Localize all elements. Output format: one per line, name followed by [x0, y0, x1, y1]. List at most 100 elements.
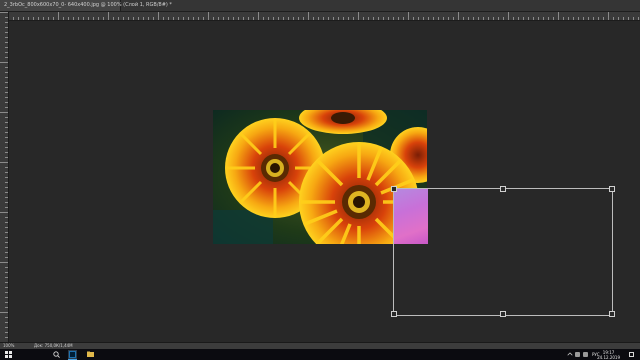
vertical-ruler[interactable] [0, 12, 9, 342]
ruler-tick [5, 127, 8, 128]
ruler-tick [183, 17, 184, 20]
system-clock[interactable]: 19:17 24.12.2019 [597, 349, 620, 360]
ruler-tick [383, 17, 384, 20]
ruler-tick [308, 12, 309, 20]
ruler-tick [358, 12, 359, 20]
ruler-tick [158, 12, 159, 20]
ruler-tick [203, 17, 204, 20]
ruler-tick [5, 237, 8, 238]
search-icon[interactable] [52, 350, 61, 359]
ruler-tick [538, 17, 539, 20]
tray-chevron-icon[interactable] [567, 351, 573, 358]
ruler-tick [608, 12, 609, 20]
ruler-tick [578, 17, 579, 20]
ruler-tick [5, 302, 8, 303]
ruler-tick [258, 12, 259, 20]
ruler-tick [483, 17, 484, 20]
ruler-tick [5, 257, 8, 258]
ruler-tick [603, 17, 604, 20]
ruler-tick [573, 17, 574, 20]
ruler-tick [108, 12, 109, 20]
ruler-tick [5, 167, 8, 168]
ruler-tick [188, 17, 189, 20]
ruler-tick [628, 17, 629, 20]
photoshop-icon[interactable] [68, 350, 77, 360]
ruler-tick [5, 37, 8, 38]
ruler-tick [118, 17, 119, 20]
ruler-tick [5, 57, 8, 58]
ruler-tick [33, 17, 34, 20]
ruler-tick [5, 102, 8, 103]
document-tab-bar: 2_3rbOc_800x600x70_0- 640x400.jpg @ 100%… [0, 0, 640, 12]
ruler-tick [503, 17, 504, 20]
ruler-tick [73, 17, 74, 20]
ruler-tick [273, 17, 274, 20]
ruler-tick [48, 17, 49, 20]
ruler-tick [5, 187, 8, 188]
ruler-tick [428, 17, 429, 20]
ruler-tick [623, 17, 624, 20]
ruler-tick [568, 17, 569, 20]
ruler-tick [123, 17, 124, 20]
ruler-tick [5, 122, 8, 123]
ruler-tick [5, 47, 8, 48]
ruler-tick [5, 247, 8, 248]
ruler-tick [5, 172, 8, 173]
ruler-tick [28, 17, 29, 20]
ruler-tick [418, 17, 419, 20]
ruler-tick [5, 142, 8, 143]
volume-icon[interactable] [583, 352, 588, 357]
ruler-tick [223, 17, 224, 20]
ruler-tick [5, 157, 8, 158]
ruler-tick [63, 17, 64, 20]
file-explorer-icon[interactable] [86, 350, 95, 359]
ruler-tick [0, 12, 8, 13]
ruler-tick [408, 12, 409, 20]
ruler-tick [163, 17, 164, 20]
ruler-tick [5, 177, 8, 178]
ruler-tick [23, 17, 24, 20]
notifications-icon[interactable] [629, 352, 634, 357]
ruler-tick [5, 242, 8, 243]
ruler-tick [393, 17, 394, 20]
ruler-tick [463, 17, 464, 20]
document-tab-label: 2_3rbOc_800x600x70_0- 640x400.jpg @ 100%… [4, 2, 172, 8]
ruler-tick [5, 307, 8, 308]
ruler-tick [453, 17, 454, 20]
ruler-tick [5, 252, 8, 253]
ruler-tick [128, 17, 129, 20]
clock-date: 24.12.2019 [597, 354, 620, 360]
ruler-tick [378, 17, 379, 20]
ruler-tick [5, 192, 8, 193]
ruler-tick [218, 17, 219, 20]
windows-start-icon[interactable] [4, 350, 13, 359]
pasted-galaxy-layer[interactable] [393, 188, 428, 244]
network-icon[interactable] [575, 352, 580, 357]
ruler-tick [5, 272, 8, 273]
ruler-tick [5, 77, 8, 78]
ruler-tick [528, 17, 529, 20]
ruler-tick [5, 202, 8, 203]
ruler-tick [153, 17, 154, 20]
ruler-tick [233, 17, 234, 20]
ruler-tick [268, 17, 269, 20]
horizontal-ruler[interactable] [8, 12, 640, 21]
ruler-tick [313, 17, 314, 20]
ruler-tick [423, 17, 424, 20]
document-tab[interactable]: 2_3rbOc_800x600x70_0- 640x400.jpg @ 100%… [0, 0, 172, 11]
ruler-tick [5, 322, 8, 323]
ruler-tick [58, 12, 59, 20]
ruler-tick [5, 137, 8, 138]
ruler-tick [5, 182, 8, 183]
ruler-tick [443, 17, 444, 20]
ruler-tick [5, 297, 8, 298]
ruler-tick [0, 212, 8, 213]
ruler-tick [518, 17, 519, 20]
ruler-tick [5, 267, 8, 268]
status-bar: 100% Док: 750,0К/1,44М [0, 342, 640, 349]
ruler-tick [133, 17, 134, 20]
ruler-tick [5, 82, 8, 83]
ruler-tick [5, 52, 8, 53]
ruler-tick [328, 17, 329, 20]
ruler-tick [473, 17, 474, 20]
